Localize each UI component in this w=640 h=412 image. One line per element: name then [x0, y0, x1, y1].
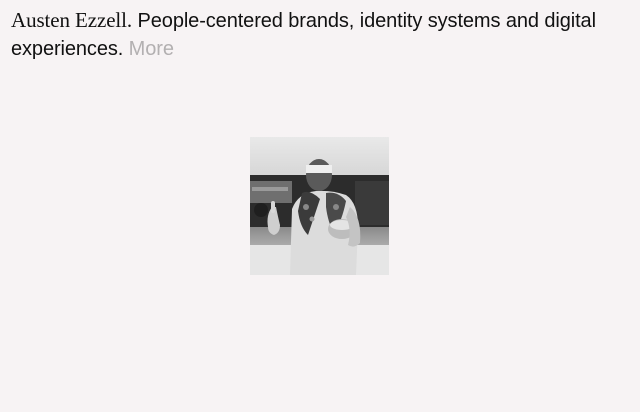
- author-name: Austen Ezzell.: [11, 8, 133, 32]
- intro-text: Austen Ezzell. People-centered brands, i…: [11, 6, 631, 63]
- portrait-photo[interactable]: [250, 137, 389, 275]
- more-link[interactable]: More: [129, 38, 174, 60]
